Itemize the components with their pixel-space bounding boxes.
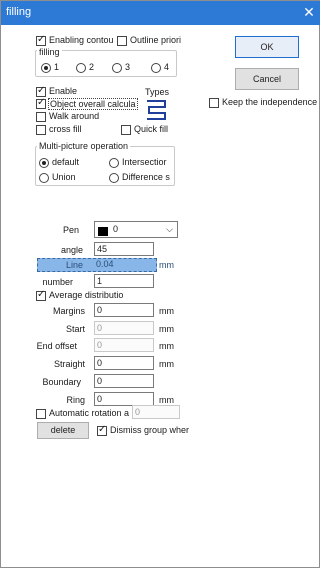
enable-checkbox[interactable] <box>36 85 46 97</box>
number-label: number <box>42 277 73 287</box>
pen-color-swatch <box>98 227 108 236</box>
object-overall-label: Object overall calcula <box>48 98 138 110</box>
boundary-input[interactable]: 0 <box>94 374 154 388</box>
line-label: Line <box>65 260 83 270</box>
filling-radio-3-label: 3 <box>125 62 131 72</box>
line-unit: mm <box>159 260 174 270</box>
boundary-label: Boundary <box>42 377 81 387</box>
types-label: Types <box>145 87 170 97</box>
filling-radio-3[interactable] <box>112 63 122 73</box>
keep-independence-checkbox[interactable] <box>209 98 219 108</box>
margins-label: Margins <box>52 306 85 316</box>
enabling-contour-checkbox[interactable] <box>36 34 46 46</box>
end-offset-unit: mm <box>159 341 174 351</box>
multi-picture-label: Multi-picture operation <box>37 141 131 151</box>
title-bar: filling ✕ <box>1 1 320 25</box>
close-icon[interactable]: ✕ <box>299 2 319 22</box>
cancel-button[interactable]: Cancel <box>235 68 299 90</box>
filling-radio-4[interactable] <box>151 63 161 73</box>
window-title: filling <box>6 6 32 18</box>
object-overall-checkbox[interactable] <box>36 97 46 109</box>
filling-radio-1[interactable] <box>41 63 51 73</box>
average-distribution-label: Average distributio <box>49 290 124 300</box>
average-distribution-checkbox[interactable] <box>36 289 46 301</box>
straight-label: Straight <box>53 359 85 369</box>
dismiss-group-checkbox[interactable] <box>97 424 107 436</box>
filling-radio-1-label: 1 <box>54 62 60 72</box>
multi-picture-intersection-label: Intersectior <box>122 157 167 167</box>
dismiss-group-label: Dismiss group wher <box>110 425 190 435</box>
multi-picture-radio-difference[interactable] <box>109 173 119 183</box>
angle-label: angle <box>60 245 83 255</box>
quick-fill-checkbox[interactable] <box>121 125 131 135</box>
multi-picture-radio-default[interactable] <box>39 158 49 168</box>
pen-value: 0 <box>113 224 119 234</box>
filling-radio-2-label: 2 <box>89 62 95 72</box>
enable-label: Enable <box>49 86 78 96</box>
automatic-rotation-input[interactable]: 0 <box>132 405 180 419</box>
angle-input[interactable]: 45 <box>94 242 154 256</box>
filling-radio-4-label: 4 <box>164 62 170 72</box>
multi-picture-difference-label: Difference s <box>122 172 170 182</box>
end-offset-input[interactable]: 0 <box>94 338 154 352</box>
walk-around-label: Walk around <box>49 111 100 121</box>
margins-unit: mm <box>159 306 174 316</box>
ok-button[interactable]: OK <box>235 36 299 58</box>
ring-label: Ring <box>66 395 85 405</box>
margins-input[interactable]: 0 <box>94 303 154 317</box>
multi-picture-radio-union[interactable] <box>39 173 49 183</box>
multi-picture-default-label: default <box>52 157 80 167</box>
ring-input[interactable]: 0 <box>94 392 154 406</box>
start-unit: mm <box>159 324 174 334</box>
filling-radio-2[interactable] <box>76 63 86 73</box>
cross-fill-label: cross fill <box>49 124 82 134</box>
ring-unit: mm <box>159 395 174 405</box>
start-label: Start <box>65 324 85 334</box>
outline-priority-checkbox[interactable] <box>117 36 127 46</box>
automatic-rotation-label: Automatic rotation a <box>49 408 130 418</box>
enabling-contour-label: Enabling contou <box>49 35 114 45</box>
filling-dialog: filling ✕ Enabling contou Outline priori… <box>0 0 320 568</box>
fill-type-zigzag-icon[interactable] <box>145 98 169 124</box>
filling-group-label: filling <box>37 47 62 57</box>
start-input[interactable]: 0 <box>94 321 154 335</box>
straight-unit: mm <box>159 359 174 369</box>
pen-label: Pen <box>62 225 79 235</box>
automatic-rotation-checkbox[interactable] <box>36 409 46 419</box>
outline-priority-label: Outline priori <box>130 35 182 45</box>
end-offset-label: End offset <box>36 341 77 351</box>
multi-picture-union-label: Union <box>52 172 76 182</box>
cross-fill-checkbox[interactable] <box>36 125 46 135</box>
keep-independence-label: Keep the independence <box>222 97 318 107</box>
number-input[interactable]: 1 <box>94 274 154 288</box>
multi-picture-radio-intersection[interactable] <box>109 158 119 168</box>
chevron-down-icon: ⌵ <box>166 224 173 234</box>
quick-fill-label: Quick fill <box>134 124 169 134</box>
line-input[interactable]: 0.04 <box>94 259 151 271</box>
delete-button[interactable]: delete <box>37 422 89 439</box>
straight-input[interactable]: 0 <box>94 356 154 370</box>
walk-around-checkbox[interactable] <box>36 112 46 122</box>
